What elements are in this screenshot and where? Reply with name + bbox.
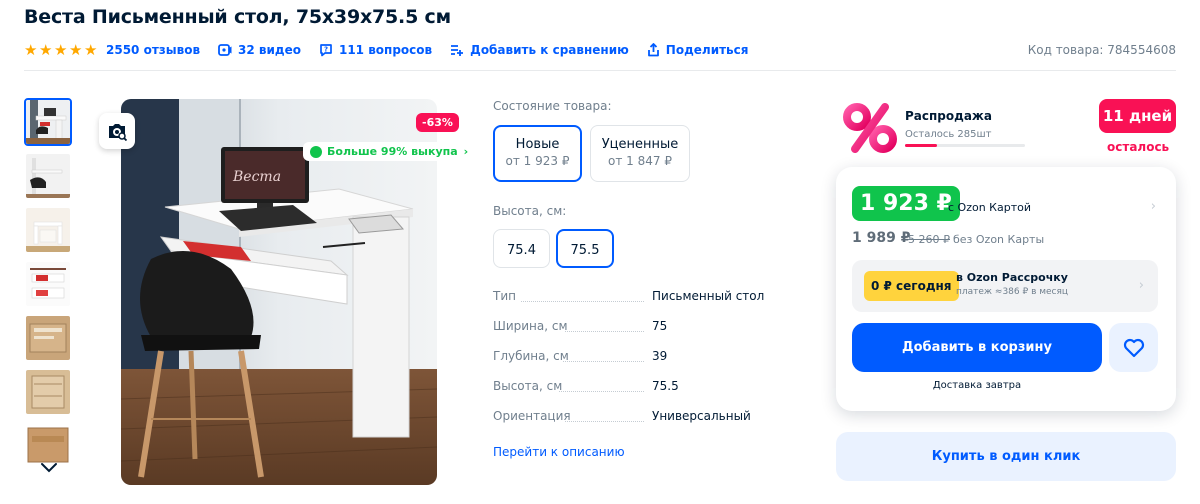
thumbnail-list bbox=[24, 98, 74, 476]
header-divider bbox=[24, 70, 1176, 71]
spec-key: Глубина, см bbox=[493, 349, 569, 363]
monitor-brand-text: Веста bbox=[232, 169, 281, 185]
condition-option-price: от 1 923 ₽ bbox=[505, 154, 570, 168]
compare-icon bbox=[451, 45, 464, 56]
spec-key: Высота, см bbox=[493, 379, 563, 393]
product-title: Веста Письменный стол, 75x39x75.5 см bbox=[24, 6, 451, 28]
sale-progress-fill bbox=[905, 144, 938, 147]
height-option-75-5[interactable]: 75.5 bbox=[556, 229, 614, 268]
heart-icon bbox=[1123, 338, 1144, 357]
spec-row: Ширина, см 75 bbox=[493, 319, 793, 335]
share-icon bbox=[647, 43, 659, 57]
condition-option-price: от 1 847 ₽ bbox=[608, 154, 672, 168]
chevron-down-icon[interactable] bbox=[40, 462, 58, 474]
height-option-value: 75.5 bbox=[570, 243, 600, 258]
chevron-right-icon: › bbox=[1138, 278, 1144, 293]
share-link[interactable]: Поделиться bbox=[647, 43, 749, 57]
height-label: Высота, см: bbox=[493, 204, 567, 218]
chevron-right-icon: › bbox=[463, 145, 469, 158]
condition-option-new[interactable]: Новые от 1 923 ₽ bbox=[493, 125, 582, 182]
photo-search-button[interactable] bbox=[99, 113, 135, 149]
thumbnail-box-parts[interactable] bbox=[24, 368, 72, 416]
sale-days-sub: осталось bbox=[1107, 140, 1170, 154]
question-icon: ? bbox=[320, 44, 332, 57]
condition-option-discounted[interactable]: Уцененные от 1 847 ₽ bbox=[590, 125, 690, 182]
spec-row: Высота, см 75.5 bbox=[493, 379, 793, 395]
thumbnail-desk-front[interactable] bbox=[24, 98, 72, 146]
reviews-count: 2550 отзывов bbox=[106, 43, 201, 57]
thumbnail-box-open[interactable] bbox=[24, 314, 72, 362]
buy-one-click-button[interactable]: Купить в один клик bbox=[836, 432, 1176, 481]
compare-link[interactable]: Добавить к сравнению bbox=[450, 43, 629, 57]
star-icon: ★ bbox=[54, 41, 68, 59]
thumbnail-desk-side[interactable] bbox=[24, 152, 72, 200]
installment-subtitle: платеж ≈386 ₽ в месяц bbox=[956, 287, 1069, 297]
camera-search-icon bbox=[109, 124, 128, 141]
share-label: Поделиться bbox=[665, 43, 749, 57]
star-icon: ★ bbox=[39, 41, 53, 59]
percent-icon bbox=[843, 103, 897, 153]
buyout-label: Больше 99% выкупа bbox=[327, 145, 458, 158]
height-option-75-4[interactable]: 75.4 bbox=[493, 229, 550, 268]
spec-row: Ориентация Универсальный bbox=[493, 409, 793, 425]
spec-key: Ширина, см bbox=[493, 319, 568, 333]
spec-value: Универсальный bbox=[652, 409, 751, 423]
add-to-cart-button[interactable]: Добавить в корзину bbox=[852, 323, 1102, 372]
ozon-card-price: 1 923 ₽ bbox=[852, 186, 960, 221]
spec-value: 75 bbox=[652, 319, 668, 333]
condition-option-name: Уцененные bbox=[601, 137, 679, 152]
thumbnail-desk-detail[interactable] bbox=[24, 260, 72, 308]
sale-title: Распродажа bbox=[905, 109, 992, 123]
spec-row: Глубина, см 39 bbox=[493, 349, 793, 365]
buyout-icon bbox=[310, 145, 322, 158]
sale-days-badge: 11 дней bbox=[1099, 99, 1176, 133]
svg-text:?: ? bbox=[324, 46, 328, 54]
spec-row: Тип Письменный стол bbox=[493, 289, 793, 305]
favorite-button[interactable] bbox=[1109, 323, 1158, 372]
condition-label: Состояние товара: bbox=[493, 99, 612, 113]
spec-key: Тип bbox=[493, 289, 516, 303]
rating-stars[interactable]: ★ ★ ★ ★ ★ bbox=[24, 41, 98, 59]
spec-value: Письменный стол bbox=[652, 289, 765, 303]
product-sku[interactable]: Код товара: 784554608 bbox=[1028, 43, 1176, 57]
product-meta-row: ★ ★ ★ ★ ★ 2550 отзывов 32 видео ? 111 во… bbox=[24, 40, 1176, 60]
regular-price: 1 989 ₽ bbox=[852, 230, 911, 246]
reviews-link[interactable]: 2550 отзывов bbox=[106, 43, 200, 57]
old-price: 5 260 ₽ bbox=[908, 233, 950, 246]
chevron-right-icon[interactable]: › bbox=[1151, 199, 1156, 214]
go-to-description-link[interactable]: Перейти к описанию bbox=[493, 445, 625, 459]
installment-block[interactable]: 0 ₽ сегодня в Ozon Рассрочку платеж ≈386… bbox=[852, 260, 1158, 312]
spec-value: 75.5 bbox=[652, 379, 679, 393]
no-card-label: без Ozon Карты bbox=[953, 233, 1045, 246]
star-icon: ★ bbox=[84, 41, 98, 59]
buyout-badge[interactable]: Больше 99% выкупа › bbox=[303, 142, 476, 161]
star-icon: ★ bbox=[24, 41, 38, 59]
condition-option-name: Новые bbox=[515, 137, 560, 152]
videos-link[interactable]: 32 видео bbox=[218, 43, 301, 57]
sale-remaining: Осталось 285шт bbox=[905, 129, 992, 140]
installment-today-badge: 0 ₽ сегодня bbox=[864, 271, 959, 301]
height-option-value: 75.4 bbox=[507, 243, 536, 258]
ozon-card-label: с Ozon Картой bbox=[948, 201, 1031, 214]
installment-title: в Ozon Рассрочку bbox=[956, 271, 1068, 284]
sale-progress-bar bbox=[905, 144, 1025, 147]
questions-count: 111 вопросов bbox=[338, 43, 433, 57]
spec-value: 39 bbox=[652, 349, 668, 363]
video-icon bbox=[218, 44, 232, 56]
compare-label: Добавить к сравнению bbox=[470, 43, 629, 57]
delivery-label: Доставка завтра bbox=[932, 380, 1022, 391]
questions-link[interactable]: ? 111 вопросов bbox=[319, 43, 432, 57]
videos-count: 32 видео bbox=[238, 43, 301, 57]
price-card: 1 923 ₽ с Ozon Картой › 1 989 ₽ 5 260 ₽ … bbox=[836, 167, 1176, 411]
thumbnail-desk-drawer[interactable] bbox=[24, 206, 72, 254]
discount-badge: -63% bbox=[416, 113, 459, 132]
spec-key: Ориентация bbox=[493, 409, 571, 423]
star-icon: ★ bbox=[69, 41, 83, 59]
